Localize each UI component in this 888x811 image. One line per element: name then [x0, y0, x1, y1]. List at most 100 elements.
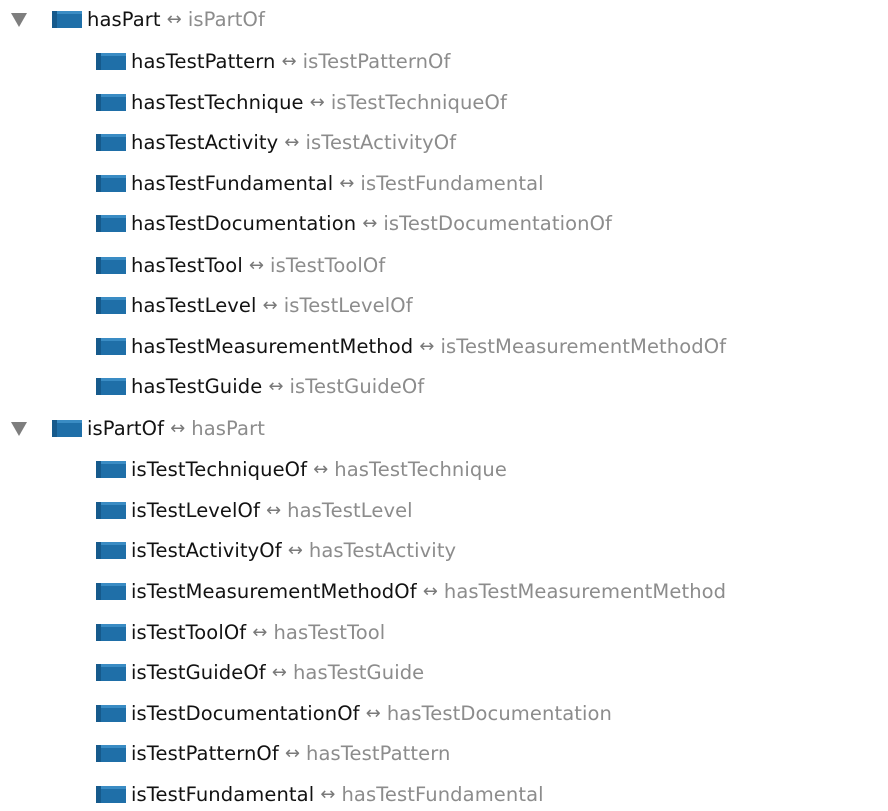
- property-name: isTestDocumentationOf: [131, 701, 360, 725]
- inverse-property-name: isTestToolOf: [270, 253, 386, 277]
- object-property-icon: [96, 500, 126, 520]
- tree-node-isTestFundamental[interactable]: isTestFundamental ↔ hasTestFundamental: [96, 777, 544, 811]
- property-name: isTestPatternOf: [131, 741, 279, 765]
- tree-node-isPartOf[interactable]: isPartOf ↔ hasPart: [8, 411, 265, 445]
- property-name: isTestToolOf: [131, 620, 247, 644]
- object-property-icon: [52, 9, 82, 29]
- inverse-arrow: ↔: [284, 742, 301, 764]
- inverse-arrow: ↔: [170, 417, 186, 439]
- tree-node-isTestMeasurementMethodOf[interactable]: isTestMeasurementMethodOf ↔ hasTestMeasu…: [96, 574, 726, 608]
- object-property-icon: [96, 581, 126, 601]
- property-name: isTestLevelOf: [131, 498, 260, 522]
- inverse-property-name: isTestFundamental: [360, 171, 544, 195]
- object-property-icon: [96, 622, 126, 642]
- property-name: hasTestTechnique: [131, 90, 304, 114]
- tree-node-hasTestTechnique[interactable]: hasTestTechnique ↔ isTestTechniqueOf: [96, 85, 507, 119]
- object-property-icon: [96, 132, 126, 152]
- property-name: hasPart: [87, 7, 161, 31]
- inverse-property-name: isTestLevelOf: [283, 293, 413, 317]
- property-name: isTestFundamental: [131, 782, 315, 806]
- object-property-icon: [96, 703, 126, 723]
- inverse-property-name: hasTestTechnique: [334, 457, 507, 481]
- inverse-arrow: ↔: [166, 8, 182, 30]
- inverse-arrow: ↔: [268, 375, 284, 397]
- tree-node-hasTestPattern[interactable]: hasTestPattern ↔ isTestPatternOf: [96, 44, 450, 78]
- inverse-arrow: ↔: [265, 499, 282, 521]
- tree-node-hasTestFundamental[interactable]: hasTestFundamental ↔ isTestFundamental: [96, 166, 544, 200]
- object-property-icon: [96, 459, 126, 479]
- tree-node-isTestPatternOf[interactable]: isTestPatternOf ↔ hasTestPattern: [96, 736, 450, 770]
- tree-node-hasTestActivity[interactable]: hasTestActivity ↔ isTestActivityOf: [96, 125, 456, 159]
- object-property-icon: [96, 662, 126, 682]
- object-property-icon: [96, 743, 126, 763]
- inverse-property-name: hasTestLevel: [287, 498, 413, 522]
- property-name: hasTestActivity: [131, 130, 279, 154]
- object-property-icon: [52, 418, 82, 438]
- property-name: hasTestLevel: [131, 293, 257, 317]
- inverse-property-name: hasTestActivity: [308, 538, 457, 562]
- inverse-property-name: isTestActivityOf: [305, 130, 457, 154]
- property-name: isTestGuideOf: [131, 660, 266, 684]
- object-property-icon: [96, 336, 126, 356]
- property-name: isPartOf: [87, 416, 165, 440]
- tree-node-hasTestMeasurementMethod[interactable]: hasTestMeasurementMethod ↔ isTestMeasure…: [96, 329, 726, 363]
- object-property-icon: [96, 540, 126, 560]
- property-name: isTestMeasurementMethodOf: [131, 579, 417, 603]
- inverse-property-name: hasTestPattern: [306, 741, 451, 765]
- property-name: hasTestFundamental: [131, 171, 334, 195]
- inverse-property-name: hasTestGuide: [292, 660, 425, 684]
- property-name: isTestActivityOf: [131, 538, 282, 562]
- tree-node-hasTestDocumentation[interactable]: hasTestDocumentation ↔ isTestDocumentati…: [96, 206, 612, 240]
- object-property-icon: [96, 213, 126, 233]
- inverse-arrow: ↔: [262, 294, 278, 316]
- tree-node-isTestGuideOf[interactable]: isTestGuideOf ↔ hasTestGuide: [96, 655, 424, 689]
- object-property-icon: [96, 173, 126, 193]
- inverse-property-name: isTestGuideOf: [289, 374, 425, 398]
- tree-node-hasTestGuide[interactable]: hasTestGuide ↔ isTestGuideOf: [96, 369, 424, 403]
- inverse-arrow: ↔: [284, 131, 300, 153]
- inverse-arrow: ↔: [248, 254, 265, 276]
- inverse-arrow: ↔: [320, 783, 336, 805]
- inverse-arrow: ↔: [252, 621, 268, 643]
- property-name: hasTestTool: [131, 253, 243, 277]
- inverse-property-name: isPartOf: [187, 7, 265, 31]
- inverse-property-name: isTestMeasurementMethodOf: [440, 334, 727, 358]
- property-name: hasTestPattern: [131, 49, 276, 73]
- inverse-arrow: ↔: [339, 172, 355, 194]
- object-property-icon: [96, 51, 126, 71]
- property-name: hasTestDocumentation: [131, 211, 357, 235]
- property-name: hasTestMeasurementMethod: [131, 334, 414, 358]
- object-property-icon: [96, 376, 126, 396]
- inverse-arrow: ↔: [362, 212, 378, 234]
- inverse-property-name: hasTestDocumentation: [386, 701, 613, 725]
- inverse-arrow: ↔: [271, 661, 287, 683]
- inverse-arrow: ↔: [419, 335, 435, 357]
- tree-node-isTestToolOf[interactable]: isTestToolOf ↔ hasTestTool: [96, 615, 385, 649]
- object-property-icon: [96, 92, 126, 112]
- tree-node-isTestDocumentationOf[interactable]: isTestDocumentationOf ↔ hasTestDocumenta…: [96, 696, 612, 730]
- inverse-property-name: isTestPatternOf: [302, 49, 451, 73]
- inverse-property-name: hasTestFundamental: [341, 782, 544, 806]
- inverse-property-name: isTestDocumentationOf: [383, 211, 613, 235]
- object-property-tree: hasPart ↔ isPartOf hasTestPattern ↔ isTe…: [0, 0, 888, 810]
- tree-node-hasTestLevel[interactable]: hasTestLevel ↔ isTestLevelOf: [96, 288, 413, 322]
- inverse-property-name: hasTestTool: [273, 620, 386, 644]
- inverse-property-name: hasTestMeasurementMethod: [443, 579, 727, 603]
- object-property-icon: [96, 784, 126, 804]
- inverse-property-name: hasPart: [191, 416, 265, 440]
- expand-triangle-icon[interactable]: [8, 9, 30, 29]
- inverse-arrow: ↔: [281, 50, 297, 72]
- property-name: hasTestGuide: [131, 374, 263, 398]
- tree-node-hasPart[interactable]: hasPart ↔ isPartOf: [8, 2, 265, 36]
- inverse-arrow: ↔: [313, 458, 329, 480]
- object-property-icon: [96, 255, 126, 275]
- tree-node-isTestActivityOf[interactable]: isTestActivityOf ↔ hasTestActivity: [96, 533, 456, 567]
- inverse-arrow: ↔: [309, 91, 325, 113]
- tree-node-isTestTechniqueOf[interactable]: isTestTechniqueOf ↔ hasTestTechnique: [96, 452, 507, 486]
- inverse-arrow: ↔: [365, 702, 381, 724]
- tree-node-hasTestTool[interactable]: hasTestTool ↔ isTestToolOf: [96, 248, 385, 282]
- expand-triangle-icon[interactable]: [8, 418, 30, 438]
- tree-node-isTestLevelOf[interactable]: isTestLevelOf ↔ hasTestLevel: [96, 493, 413, 527]
- inverse-property-name: isTestTechniqueOf: [330, 90, 507, 114]
- inverse-arrow: ↔: [287, 539, 303, 561]
